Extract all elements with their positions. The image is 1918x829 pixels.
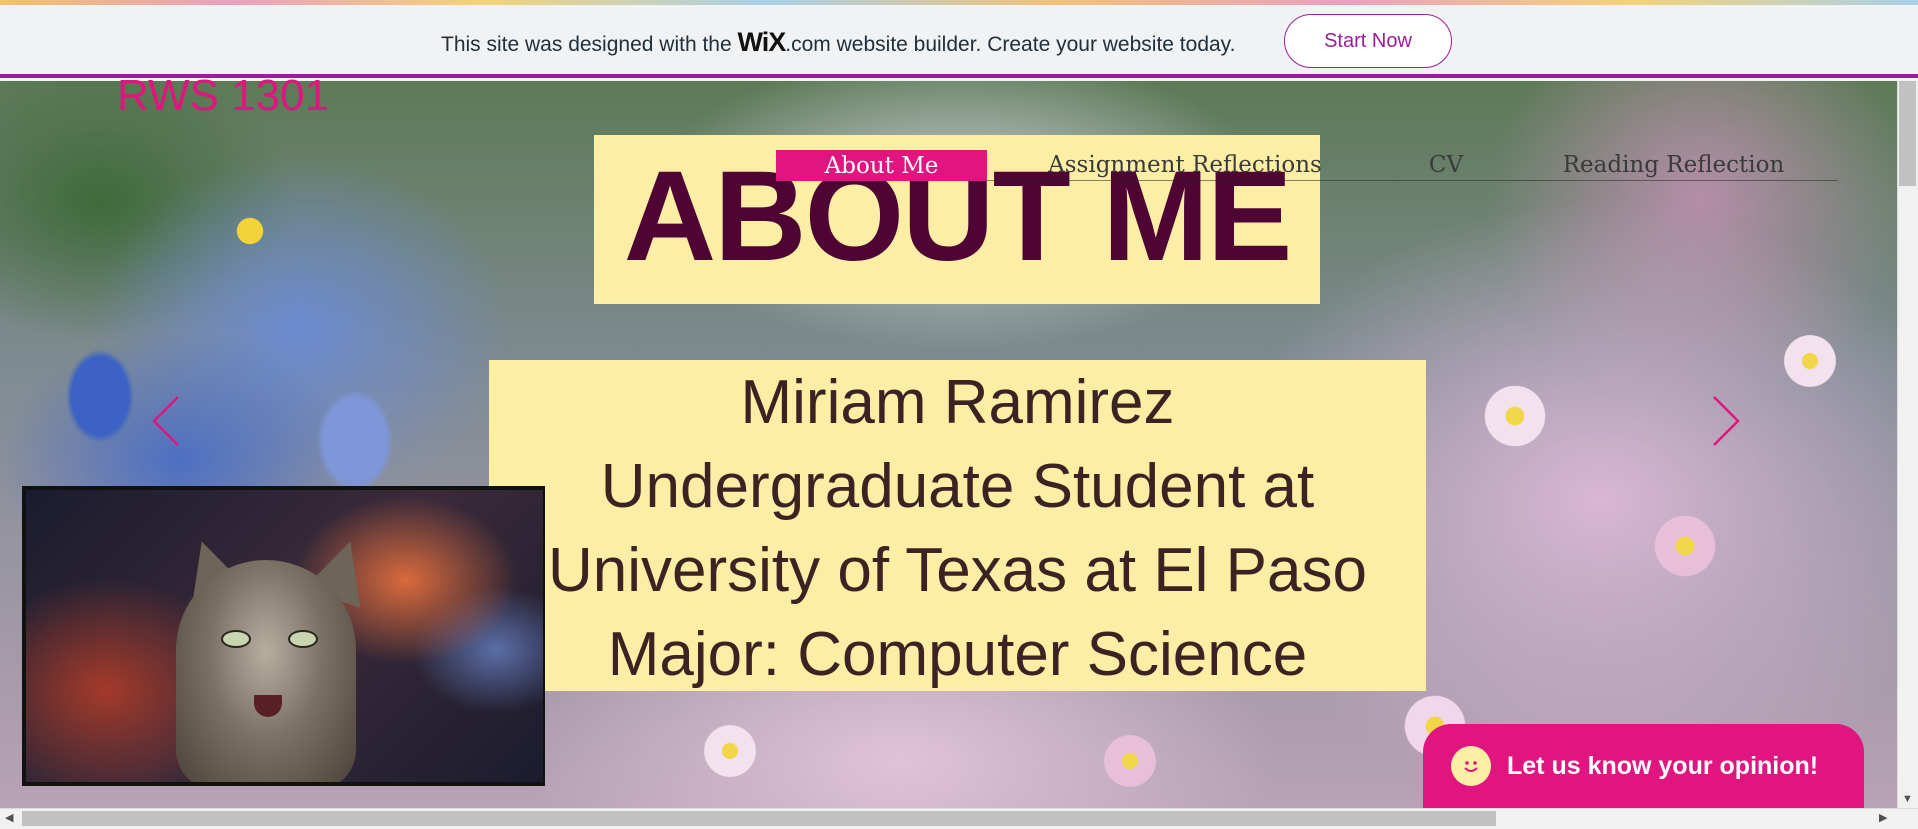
- chevron-left-icon[interactable]: [150, 395, 180, 447]
- wix-logo: WiX: [737, 27, 787, 57]
- wix-logo-suffix: .com: [785, 33, 831, 56]
- wix-banner-text: This site was designed with the WiX.com …: [441, 27, 1235, 58]
- nav-item-reading-reflection[interactable]: Reading Reflection: [1509, 150, 1838, 181]
- flower-decoration: [310, 381, 400, 501]
- chevron-right-icon[interactable]: [1712, 395, 1742, 447]
- nav-item-assignment-reflections[interactable]: Assignment Reflections: [987, 150, 1383, 181]
- feedback-label: Let us know your opinion!: [1507, 751, 1819, 780]
- horizontal-scroll-thumb[interactable]: [22, 811, 1496, 826]
- start-now-button[interactable]: Start Now: [1284, 14, 1452, 68]
- nav-item-cv[interactable]: CV: [1383, 150, 1509, 181]
- cat-eye-right: [288, 630, 318, 648]
- flower-decoration: [60, 341, 140, 451]
- cat-eye-left: [221, 630, 251, 648]
- scroll-left-arrow-icon[interactable]: ◀: [5, 813, 13, 824]
- flower-decoration: [1650, 511, 1720, 581]
- feedback-chat-button[interactable]: Let us know your opinion!: [1423, 724, 1864, 808]
- bio-name: Miriam Ramirez: [740, 368, 1175, 437]
- flower-decoration: [700, 721, 760, 781]
- scroll-down-arrow-icon[interactable]: ▼: [1902, 794, 1913, 805]
- bio-line-university: University of Texas at El Paso: [548, 536, 1367, 605]
- wix-banner-text-before: This site was designed with the: [441, 33, 732, 56]
- wix-banner-text-after: website builder. Create your website tod…: [836, 33, 1236, 56]
- vertical-scroll-thumb[interactable]: [1899, 81, 1916, 186]
- scroll-right-arrow-icon[interactable]: ▶: [1879, 813, 1887, 824]
- vertical-scrollbar[interactable]: [1897, 81, 1918, 808]
- space-cat-image: [26, 490, 543, 782]
- wix-ad-banner: This site was designed with the WiX.com …: [0, 5, 1918, 78]
- main-nav: About Me Assignment Reflections CV Readi…: [776, 150, 1838, 181]
- nav-item-about-me[interactable]: About Me: [776, 150, 987, 181]
- site-title[interactable]: RWS 1301: [117, 71, 329, 121]
- flower-decoration: [230, 211, 270, 251]
- flower-decoration: [1480, 381, 1550, 451]
- smiley-icon: [1451, 746, 1491, 786]
- flower-decoration: [1100, 731, 1160, 791]
- bio-line-major: Major: Computer Science: [607, 620, 1308, 689]
- flower-decoration: [1780, 331, 1840, 391]
- cat-body: [176, 560, 356, 782]
- bio-line-role: Undergraduate Student at: [600, 452, 1315, 521]
